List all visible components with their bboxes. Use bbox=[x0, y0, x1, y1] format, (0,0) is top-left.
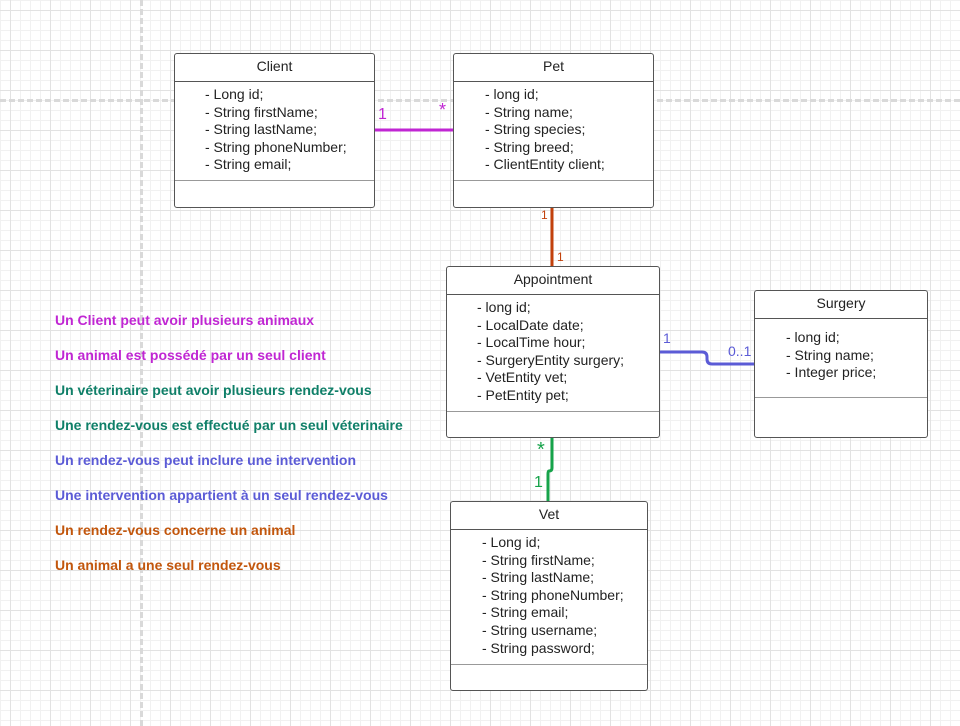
attribute: - long id; bbox=[786, 329, 840, 345]
attribute-list: - Long id; - String firstName; - String … bbox=[451, 530, 647, 665]
legend-line: Un animal est possédé par un seul client bbox=[55, 347, 326, 363]
attribute: - String phoneNumber; bbox=[205, 138, 347, 155]
class-name: Vet bbox=[451, 502, 647, 530]
attribute: - Long id; bbox=[205, 86, 264, 102]
attribute: - String password; bbox=[482, 639, 595, 656]
legend-line: Une intervention appartient à un seul re… bbox=[55, 487, 388, 503]
attribute: - LocalTime hour; bbox=[477, 334, 586, 351]
attribute: - String lastName; bbox=[205, 121, 318, 138]
attribute: - String firstName; bbox=[482, 551, 595, 568]
attribute: - VetEntity vet; bbox=[477, 369, 568, 386]
diagram-canvas[interactable]: Client - Long id; - String firstName; - … bbox=[0, 0, 960, 726]
legend-line: Un véterinaire peut avoir plusieurs rend… bbox=[55, 382, 372, 398]
attribute: - String species; bbox=[485, 121, 586, 138]
attribute: - long id; bbox=[477, 299, 531, 315]
class-pet[interactable]: Pet - long id; - String name; - String s… bbox=[453, 53, 654, 208]
attribute-list: - Long id; - String firstName; - String … bbox=[175, 82, 374, 181]
attribute: - String name; bbox=[485, 103, 573, 120]
attribute: - String email; bbox=[482, 604, 569, 621]
class-name: Client bbox=[175, 54, 374, 82]
class-vet[interactable]: Vet - Long id; - String firstName; - Str… bbox=[450, 501, 648, 691]
multiplicity-appointment-vet-source: * bbox=[537, 439, 545, 461]
attribute-list: - long id; - String name; - String speci… bbox=[454, 82, 653, 181]
class-name: Surgery bbox=[755, 291, 927, 319]
attribute: - String firstName; bbox=[205, 103, 318, 120]
attribute-list: - long id; - String name; - Integer pric… bbox=[755, 319, 927, 398]
multiplicity-client-pet-target: * bbox=[439, 100, 447, 120]
multiplicity-pet-appointment-target: 1 bbox=[557, 250, 564, 264]
multiplicity-appointment-surgery-target: 0..1 bbox=[728, 343, 752, 359]
attribute: - Long id; bbox=[482, 534, 541, 550]
edge-appointment-vet[interactable] bbox=[546, 438, 554, 501]
attribute-list: - long id; - LocalDate date; - LocalTime… bbox=[447, 295, 659, 412]
multiplicity-client-pet-source: 1 bbox=[378, 106, 387, 123]
attribute: - String email; bbox=[205, 156, 292, 173]
legend-line: Un rendez-vous peut inclure une interven… bbox=[55, 452, 357, 468]
class-surgery[interactable]: Surgery - long id; - String name; - Inte… bbox=[754, 290, 928, 438]
multiplicity-appointment-vet-target: 1 bbox=[534, 474, 543, 491]
legend-line: Un animal a une seul rendez-vous bbox=[55, 557, 281, 573]
multiplicity-pet-appointment-source: 1 bbox=[541, 208, 548, 222]
attribute: - String username; bbox=[482, 621, 598, 638]
attribute: - String breed; bbox=[485, 138, 574, 155]
legend-line: Un Client peut avoir plusieurs animaux bbox=[55, 312, 315, 328]
legend-line: Un rendez-vous concerne un animal bbox=[55, 522, 296, 538]
attribute: - long id; bbox=[485, 86, 539, 102]
class-client[interactable]: Client - Long id; - String firstName; - … bbox=[174, 53, 375, 208]
attribute: - LocalDate date; bbox=[477, 316, 584, 333]
attribute: - String lastName; bbox=[482, 569, 595, 586]
attribute: - SurgeryEntity surgery; bbox=[477, 351, 625, 368]
legend-line: Une rendez-vous est effectué par un seul… bbox=[55, 417, 403, 433]
attribute: - String name; bbox=[786, 346, 874, 363]
attribute: - PetEntity pet; bbox=[477, 386, 569, 403]
attribute: - ClientEntity client; bbox=[485, 156, 605, 173]
multiplicity-appointment-surgery-source: 1 bbox=[663, 330, 671, 346]
class-appointment[interactable]: Appointment - long id; - LocalDate date;… bbox=[446, 266, 660, 438]
class-name: Pet bbox=[454, 54, 653, 82]
attribute: - Integer price; bbox=[786, 364, 877, 381]
class-name: Appointment bbox=[447, 267, 659, 295]
attribute: - String phoneNumber; bbox=[482, 586, 624, 603]
